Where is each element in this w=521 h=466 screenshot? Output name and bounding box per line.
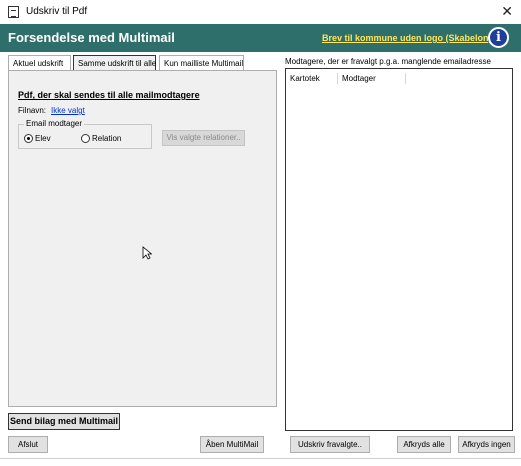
- header-bar: Forsendelse med Multimail Brev til kommu…: [0, 24, 521, 52]
- uncheck-all-button[interactable]: Afkryds ingen: [458, 436, 515, 453]
- info-icon[interactable]: i: [488, 27, 509, 48]
- template-link[interactable]: Brev til kommune uden logo (Skabelon): [322, 33, 492, 43]
- radio-unchecked-icon: [81, 134, 90, 143]
- filnavn-label: Filnavn:: [18, 106, 47, 115]
- send-multimail-button[interactable]: Send bilag med Multimail: [8, 413, 120, 430]
- email-recipient-group: Email modtager Elev Relation: [18, 119, 152, 149]
- window-titlebar: Udskriv til Pdf ✕: [0, 0, 521, 24]
- column-header-modtager[interactable]: Modtager: [342, 74, 376, 83]
- afslut-button[interactable]: Afslut: [8, 436, 48, 453]
- radio-relation[interactable]: Relation: [81, 134, 121, 143]
- print-excluded-button[interactable]: Udskriv fravalgte..: [290, 436, 370, 453]
- radio-elev-label: Elev: [35, 134, 51, 143]
- email-group-label: Email modtager: [24, 119, 85, 128]
- status-bar: [0, 458, 521, 466]
- page-title: Forsendelse med Multimail: [8, 30, 175, 45]
- show-relations-button: Vis valgte relationer..: [162, 130, 245, 146]
- excluded-recipients-list[interactable]: Kartotek Modtager: [285, 68, 513, 431]
- tab-panel: Pdf, der skal sendes til alle mailmodtag…: [8, 70, 277, 407]
- excluded-recipients-label: Modtagere, der er fravalgt p.g.a. mangle…: [285, 57, 491, 66]
- tab-kun-mailliste[interactable]: Kun mailliste Multimail: [159, 55, 244, 71]
- column-header-kartotek[interactable]: Kartotek: [290, 74, 320, 83]
- column-divider: [337, 73, 338, 84]
- check-all-button[interactable]: Afkryds alle: [397, 436, 451, 453]
- radio-checked-icon: [24, 134, 33, 143]
- panel-title: Pdf, der skal sendes til alle mailmodtag…: [18, 90, 200, 100]
- window-title: Udskriv til Pdf: [26, 6, 88, 17]
- open-multimail-button[interactable]: Åben MultiMail: [200, 436, 264, 453]
- filnavn-link[interactable]: Ikke valgt: [51, 106, 85, 115]
- tab-aktuel-udskrift[interactable]: Aktuel udskrift: [8, 55, 71, 71]
- column-divider: [405, 73, 406, 84]
- mouse-cursor-icon: [142, 246, 152, 260]
- radio-relation-label: Relation: [92, 134, 122, 143]
- document-icon: [8, 6, 19, 18]
- close-icon[interactable]: ✕: [501, 3, 513, 20]
- radio-elev[interactable]: Elev: [24, 134, 51, 143]
